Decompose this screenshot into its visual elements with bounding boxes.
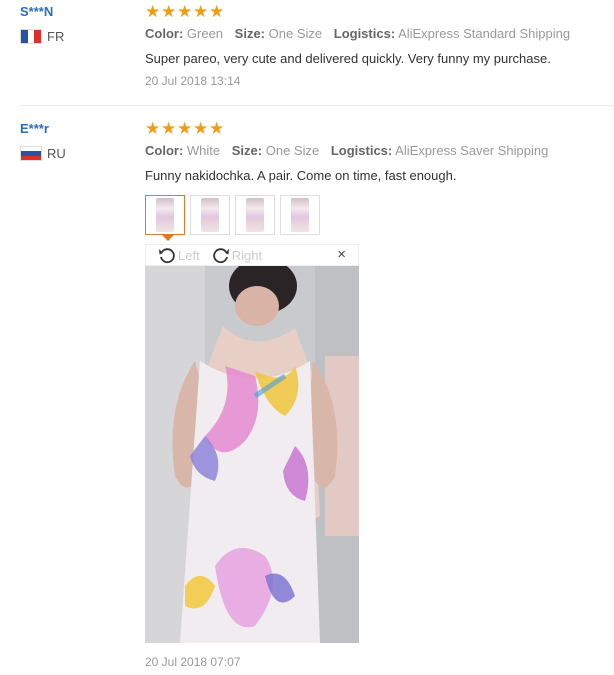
attr-value: White xyxy=(186,143,221,158)
rating-stars: ★ ★ ★ ★ ★ xyxy=(145,2,225,21)
photo-viewer-toolbar: Left Right × xyxy=(145,244,359,266)
review-photo-image xyxy=(145,266,359,643)
rotate-right-label: Right xyxy=(231,247,263,263)
reviewer-country: FR xyxy=(20,29,64,44)
attr-value: Green xyxy=(186,26,224,41)
review-text: Super pareo, very cute and delivered qui… xyxy=(145,51,551,66)
review-text: Funny nakidochka. A pair. Come on time, … xyxy=(145,168,457,183)
star-icon: ★ xyxy=(193,119,209,138)
photo-thumbnail[interactable] xyxy=(280,195,320,235)
star-icon: ★ xyxy=(145,2,161,21)
attr-value: One Size xyxy=(265,143,320,158)
photo-thumbnail[interactable] xyxy=(190,195,230,235)
flag-fr-icon xyxy=(20,29,42,44)
reviewer-name[interactable]: E***r xyxy=(20,121,49,136)
star-icon: ★ xyxy=(145,119,161,138)
star-icon: ★ xyxy=(161,2,177,21)
active-thumb-pointer xyxy=(162,235,174,241)
attr-value: One Size xyxy=(268,26,323,41)
flag-ru-icon xyxy=(20,146,42,161)
reviewer-name[interactable]: S***N xyxy=(20,4,53,19)
attr-label: Color: xyxy=(145,26,184,41)
rotate-left-label: Left xyxy=(178,247,200,263)
star-icon: ★ xyxy=(193,2,209,21)
rotate-right-icon xyxy=(212,248,229,264)
attr-label: Size: xyxy=(234,26,266,41)
reviewer-country: RU xyxy=(20,146,66,161)
review-item: S***N FR ★ ★ ★ ★ ★ Color: Green Size: On… xyxy=(0,0,614,106)
attr-label: Logistics: xyxy=(333,26,396,41)
divider xyxy=(20,105,614,106)
order-attributes: Color: Green Size: One Size Logistics: A… xyxy=(145,26,570,41)
rotate-left-button[interactable]: Left xyxy=(158,246,200,264)
attr-value: AliExpress Standard Shipping xyxy=(398,26,571,41)
star-icon: ★ xyxy=(209,2,225,21)
rotate-left-icon xyxy=(159,248,175,264)
review-date: 20 Jul 2018 13:14 xyxy=(145,74,241,88)
star-icon: ★ xyxy=(177,2,193,21)
rotate-right-button[interactable]: Right xyxy=(212,246,262,264)
country-code: RU xyxy=(47,146,66,161)
photo-thumbnail[interactable] xyxy=(235,195,275,235)
attr-label: Size: xyxy=(231,143,263,158)
review-item: E***r RU ★ ★ ★ ★ ★ Color: White Size: On… xyxy=(0,107,614,675)
star-icon: ★ xyxy=(209,119,225,138)
country-code: FR xyxy=(47,29,65,44)
order-attributes: Color: White Size: One Size Logistics: A… xyxy=(145,143,548,158)
star-icon: ★ xyxy=(161,119,177,138)
review-photo-thumbnails xyxy=(145,195,320,235)
attr-label: Logistics: xyxy=(330,143,393,158)
close-icon[interactable]: × xyxy=(337,247,346,263)
star-icon: ★ xyxy=(177,119,193,138)
photo-thumbnail[interactable] xyxy=(145,195,185,235)
review-photo[interactable] xyxy=(145,266,359,643)
review-date: 20 Jul 2018 07:07 xyxy=(145,655,241,669)
attr-value: AliExpress Saver Shipping xyxy=(395,143,549,158)
attr-label: Color: xyxy=(145,143,184,158)
rating-stars: ★ ★ ★ ★ ★ xyxy=(145,119,225,138)
